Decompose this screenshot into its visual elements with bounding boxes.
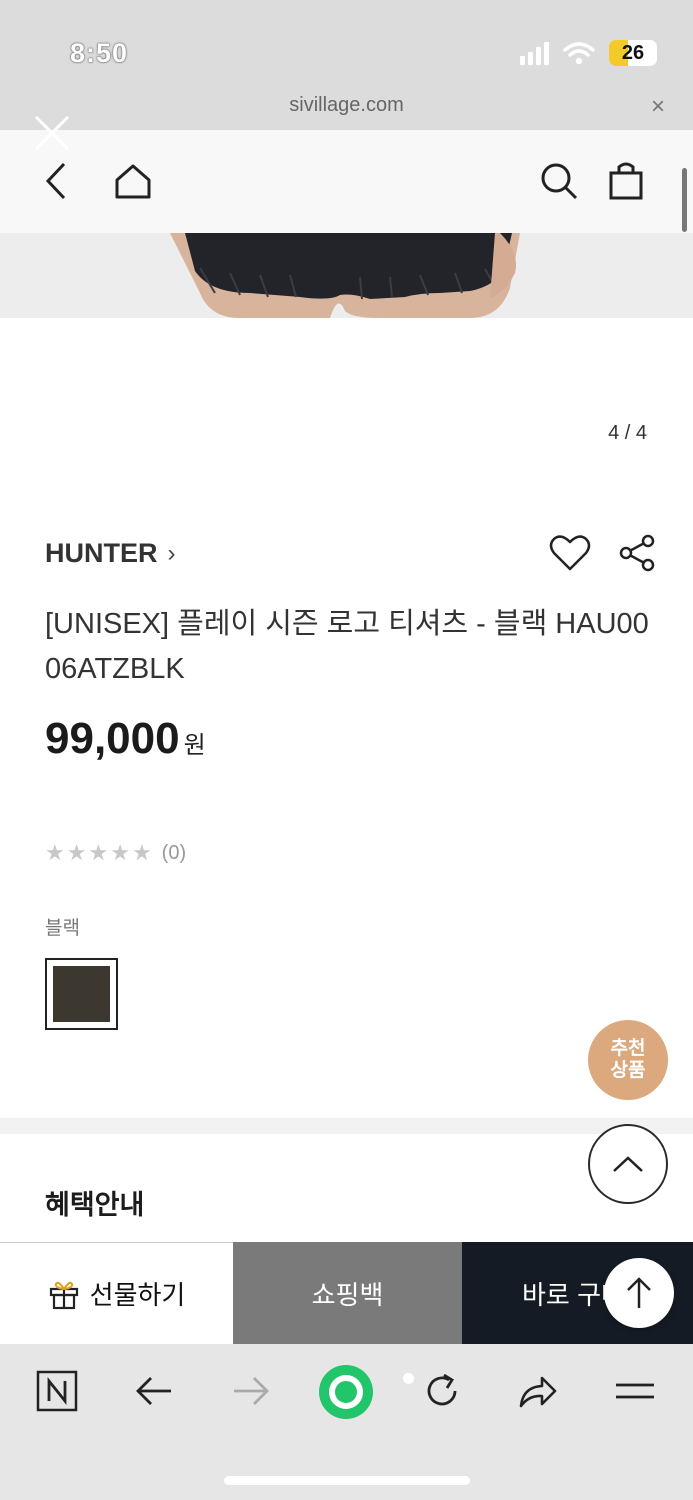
recommend-label-1: 추천 (610, 1038, 646, 1059)
swatch-fill (53, 966, 110, 1022)
close-icon[interactable] (33, 114, 71, 152)
arrow-right-icon[interactable] (226, 1366, 276, 1416)
review-count: (0) (161, 841, 187, 864)
search-icon[interactable] (535, 157, 583, 205)
shopping-bag-icon[interactable] (602, 157, 650, 205)
star-icon: ★ (45, 840, 65, 865)
floating-up-button[interactable] (604, 1258, 674, 1328)
rating-stars: ★ ★ ★ ★ ★ (45, 840, 152, 866)
star-icon: ★ (131, 840, 152, 865)
back-icon[interactable] (32, 157, 80, 205)
battery-indicator: 26 (609, 40, 657, 66)
arrow-left-icon[interactable] (129, 1366, 179, 1416)
arrow-up-icon (627, 1277, 651, 1308)
url-bar[interactable]: sivillage.com (0, 94, 693, 117)
color-swatch-black[interactable] (45, 958, 118, 1030)
wifi-icon (563, 42, 595, 65)
price-value: 99,000 (45, 714, 180, 763)
recommend-label-2: 상품 (610, 1060, 646, 1081)
chevron-up-icon (613, 1156, 643, 1172)
color-label: 블랙 (45, 918, 80, 939)
brand-link[interactable]: HUNTER › (45, 538, 176, 569)
image-counter: 4 / 4 (608, 422, 647, 444)
status-time: 8:50 (70, 38, 129, 68)
price-unit: 원 (183, 732, 206, 759)
url-close-button[interactable]: × (651, 93, 665, 121)
naver-n-icon[interactable] (32, 1366, 82, 1416)
gift-button[interactable]: 선물하기 (0, 1242, 233, 1344)
purchase-action-bar: 선물하기 쇼핑백 바로 구매 (0, 1242, 693, 1344)
share-icon[interactable] (513, 1366, 563, 1416)
add-to-bag-button[interactable]: 쇼핑백 (233, 1242, 462, 1344)
bag-label: 쇼핑백 (311, 1279, 384, 1310)
green-circle-icon[interactable] (316, 1362, 376, 1422)
site-header (0, 130, 693, 233)
gift-icon (49, 1281, 78, 1309)
refresh-icon[interactable] (417, 1366, 467, 1416)
recommended-products-button[interactable]: 추천 상품 (588, 1020, 668, 1100)
home-indicator[interactable] (224, 1476, 470, 1485)
section-divider (0, 1118, 693, 1134)
status-icons: 26 (520, 40, 657, 66)
menu-icon[interactable] (610, 1366, 660, 1416)
star-icon: ★ (110, 840, 130, 865)
heart-icon[interactable] (549, 533, 591, 573)
brand-name: HUNTER (45, 538, 158, 568)
gift-label: 선물하기 (89, 1280, 186, 1310)
product-title: [UNISEX] 플레이 시즌 로고 티셔츠 - 블랙 HAU0006ATZBL… (45, 608, 649, 685)
scroll-to-top-button[interactable] (588, 1124, 668, 1204)
cellular-signal-icon (520, 41, 549, 65)
product-image[interactable] (0, 233, 693, 318)
browser-top-chrome: 8:50 26 sivillage.com × (0, 0, 693, 130)
indicator-dot (403, 1373, 414, 1384)
star-icon: ★ (88, 840, 109, 865)
benefit-section-title: 혜택안내 (45, 1190, 145, 1220)
home-icon[interactable] (109, 157, 157, 205)
share-icon[interactable] (617, 533, 657, 573)
scrollbar[interactable] (682, 168, 687, 232)
product-price: 99,000 원 (45, 714, 206, 764)
battery-level: 26 (621, 41, 645, 64)
star-icon: ★ (66, 840, 87, 865)
chevron-right-icon: › (167, 539, 176, 567)
rating[interactable]: ★ ★ ★ ★ ★ (0) (45, 840, 186, 866)
